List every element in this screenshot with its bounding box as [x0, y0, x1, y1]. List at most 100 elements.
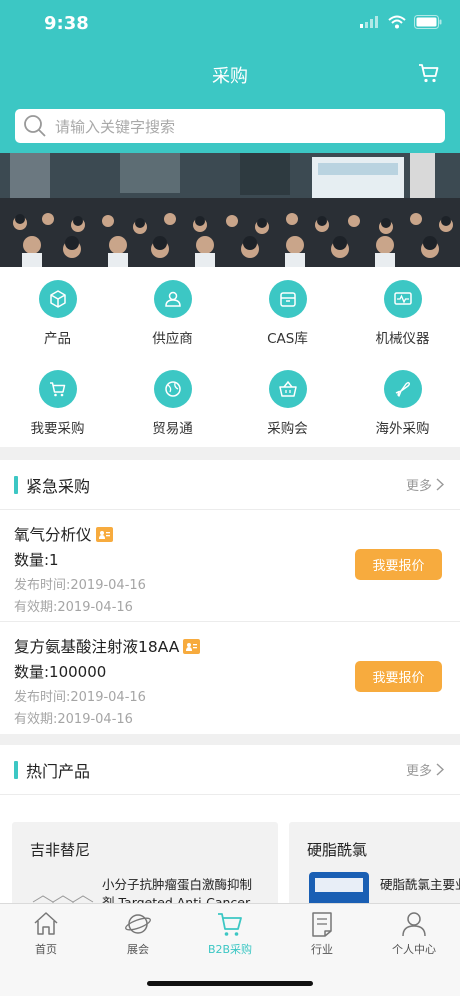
item-expiry: 有效期:2019-04-16 — [14, 600, 133, 615]
molecule-structure-image — [32, 895, 94, 903]
grid-item-cas[interactable]: CAS库 — [230, 267, 345, 357]
item-expiry: 有效期:2019-04-16 — [14, 712, 133, 727]
grid-label: 海外采购 — [375, 421, 430, 437]
globe-icon — [164, 381, 181, 397]
section-header: 热门产品 更多 — [0, 745, 460, 795]
grid-label: 贸易通 — [152, 421, 193, 437]
cart-icon — [419, 64, 439, 83]
cart-button[interactable] — [418, 62, 440, 84]
tab-exhibition[interactable]: 展会 — [92, 910, 184, 957]
tab-label: 首页 — [35, 943, 57, 956]
product-barrel-image — [309, 872, 369, 903]
product-name: 硬脂酰氯 — [307, 841, 368, 859]
gi-circle — [153, 370, 192, 408]
product-description: 硬脂酰氯主要业.也用于有机 — [380, 877, 460, 892]
more-label: 更多 — [405, 479, 432, 494]
basket-icon — [278, 380, 297, 397]
cart-icon — [218, 913, 242, 936]
verified-badge-icon — [183, 638, 201, 654]
gi-circle — [268, 370, 307, 408]
quote-button[interactable]: 我要报价 — [355, 661, 442, 692]
verified-badge-icon — [95, 526, 113, 542]
grid-item-overseas[interactable]: 海外采购 — [345, 357, 460, 447]
planet-icon — [125, 914, 151, 934]
list-item[interactable]: 复方氨基酸注射液18AA 数量:100000 发布时间:2019-04-16 有… — [0, 622, 460, 734]
grid-item-products[interactable]: 产品 — [0, 267, 115, 357]
product-card[interactable]: 吉非替尼 小分子抗肿瘤蛋白激酶抑制剂 Targeted Anti-Cancer — [12, 822, 278, 903]
page-title: 采购 — [212, 66, 248, 87]
cart-icon — [49, 382, 65, 397]
banner-image[interactable] — [0, 153, 460, 267]
grid-label: 我要采购 — [30, 421, 85, 437]
item-publish-time: 发布时间:2019-04-16 — [14, 690, 146, 705]
status-time: 9:38 — [44, 13, 89, 34]
hot-product-carousel[interactable]: 吉非替尼 小分子抗肿瘤蛋白激酶抑制剂 Targeted Anti-Cancer … — [0, 822, 460, 903]
grid-label: 机械仪器 — [375, 331, 430, 347]
section-header: 紧急采购 更多 — [0, 460, 460, 510]
home-icon — [34, 912, 58, 935]
item-name: 复方氨基酸注射液18AA — [14, 638, 180, 656]
document-icon — [312, 912, 332, 937]
gi-circle — [383, 370, 422, 408]
grid-item-fair[interactable]: 采购会 — [230, 357, 345, 447]
quote-button[interactable]: 我要报价 — [355, 549, 442, 580]
item-publish-time: 发布时间:2019-04-16 — [14, 578, 146, 593]
product-description: 小分子抗肿瘤蛋白激酶抑制剂 Targeted Anti-Cancer — [102, 877, 253, 903]
more-label: 更多 — [405, 764, 432, 779]
tab-label: 展会 — [127, 943, 149, 956]
tab-b2b[interactable]: B2B采购 — [184, 910, 276, 957]
grid-label: 产品 — [44, 331, 71, 347]
gi-circle — [38, 280, 77, 318]
tab-profile[interactable]: 个人中心 — [368, 910, 460, 957]
item-quantity: 数量:100000 — [14, 663, 107, 681]
list-item[interactable]: 氧气分析仪 数量:1 发布时间:2019-04-16 有效期:2019-04-1… — [0, 510, 460, 622]
person-icon — [402, 912, 426, 937]
grid-label: 供应商 — [152, 331, 193, 347]
wifi-icon — [388, 15, 406, 29]
status-icons — [360, 15, 442, 29]
item-name: 氧气分析仪 — [14, 526, 92, 544]
gi-circle — [38, 370, 77, 408]
section-title: 紧急采购 — [26, 476, 91, 496]
grid-item-trade[interactable]: 贸易通 — [115, 357, 230, 447]
tab-label: 个人中心 — [392, 943, 436, 956]
tab-label: B2B采购 — [207, 943, 253, 956]
gi-circle — [268, 280, 307, 318]
tab-industry[interactable]: 行业 — [276, 910, 368, 957]
header: 9:38 采购 请输入关键字搜索 — [0, 0, 460, 153]
search-placeholder: 请输入关键字搜索 — [55, 117, 176, 136]
gi-circle — [383, 280, 422, 318]
tab-label: 行业 — [311, 943, 333, 956]
grid-label: 采购会 — [267, 421, 308, 437]
category-grid: 产品 供应商 CAS库 机械仪器 我要采购 贸易通 采购会 海外采购 — [0, 267, 460, 447]
grid-item-suppliers[interactable]: 供应商 — [115, 267, 230, 357]
box-icon — [49, 290, 66, 308]
item-name-row: 复方氨基酸注射液18AA — [14, 635, 201, 657]
user-card-icon — [164, 291, 181, 307]
section-title: 热门产品 — [26, 761, 91, 781]
plane-icon — [395, 381, 410, 397]
signal-icon — [360, 16, 378, 28]
product-card[interactable]: 硬脂酰氯 硬脂酰氯主要业.也用于有机 — [289, 822, 460, 903]
item-quantity: 数量:1 — [14, 551, 59, 569]
conference-photo — [0, 153, 460, 267]
chevron-right-icon — [436, 478, 444, 491]
more-link[interactable]: 更多 — [406, 760, 444, 779]
home-indicator[interactable] — [147, 981, 313, 986]
grid-label: CAS库 — [267, 331, 308, 347]
section-accent-bar — [14, 475, 18, 494]
product-name: 吉非替尼 — [30, 841, 91, 859]
search-input[interactable]: 请输入关键字搜索 — [15, 109, 445, 143]
battery-icon — [414, 15, 442, 29]
monitor-icon — [393, 292, 412, 305]
grid-item-purchase[interactable]: 我要采购 — [0, 357, 115, 447]
section-accent-bar — [14, 760, 18, 779]
item-name-row: 氧气分析仪 — [14, 523, 113, 545]
archive-icon — [279, 292, 296, 307]
search-icon — [24, 115, 46, 137]
urgent-section: 紧急采购 更多 氧气分析仪 数量:1 发布时间:2019-04-16 有效期:2… — [0, 460, 460, 734]
more-link[interactable]: 更多 — [406, 475, 444, 494]
tab-home[interactable]: 首页 — [0, 910, 92, 957]
gi-circle — [153, 280, 192, 318]
grid-item-machinery[interactable]: 机械仪器 — [345, 267, 460, 357]
